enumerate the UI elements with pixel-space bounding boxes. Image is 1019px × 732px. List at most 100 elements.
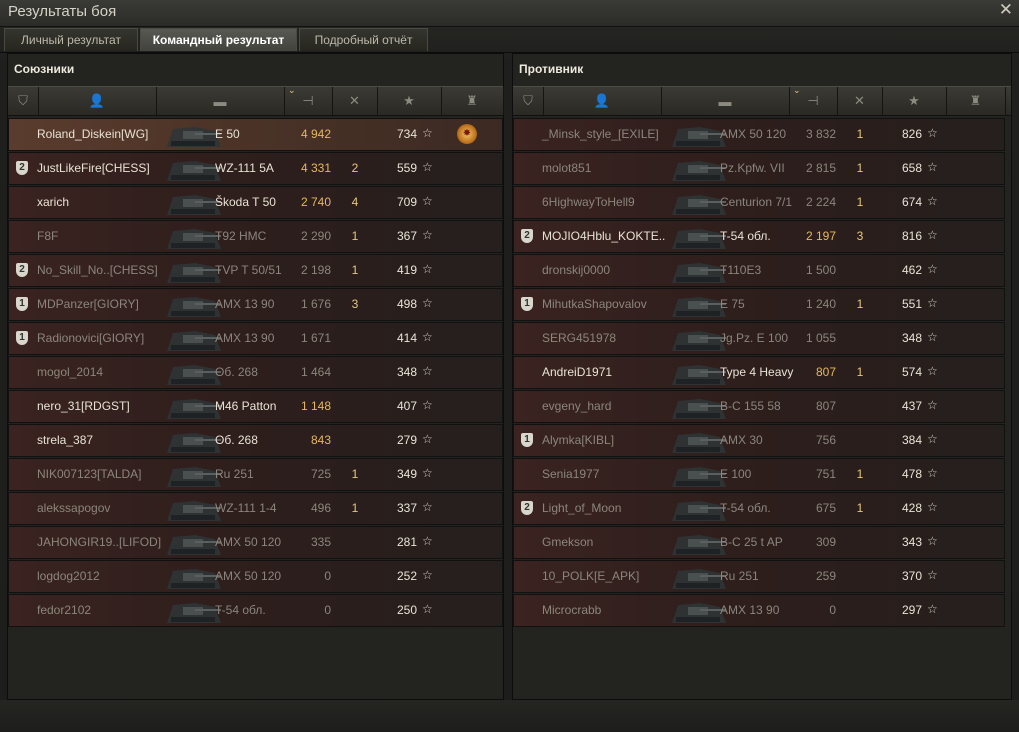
tab-team-result[interactable]: Командный результат bbox=[140, 28, 297, 51]
header-medal-icon[interactable]: ♜ bbox=[946, 87, 1006, 115]
experience-star-icon: ☆ bbox=[927, 602, 938, 616]
player-row[interactable]: nero_31[RDGST] M46 Patton 1 148 407 ☆ bbox=[8, 390, 503, 423]
player-row[interactable]: logdog2012 AMX 50 120 0 252 ☆ bbox=[8, 560, 503, 593]
damage-value: 675 bbox=[815, 501, 836, 515]
damage-value: 1 676 bbox=[300, 297, 331, 311]
player-row[interactable]: Microcrabb AMX 13 90 0 297 ☆ bbox=[513, 594, 1005, 627]
header-tank-icon[interactable]: ▬ bbox=[661, 87, 790, 115]
experience-star-icon: ☆ bbox=[927, 466, 938, 480]
player-row[interactable]: dronskij0000 T110E3 1 500 462 ☆ bbox=[513, 254, 1005, 287]
experience-star-icon: ☆ bbox=[927, 330, 938, 344]
player-name: dronskij0000 bbox=[542, 263, 611, 277]
damage-value: 2 224 bbox=[805, 195, 836, 209]
player-row[interactable]: 1 Alymka[KIBL] AMX 30 756 384 ☆ bbox=[513, 424, 1005, 457]
vehicle-name: M46 Patton bbox=[215, 399, 277, 413]
experience-value: 551 bbox=[901, 297, 922, 311]
player-name: evgeny_hard bbox=[542, 399, 612, 413]
player-row[interactable]: _Minsk_style_[EXILE] AMX 50 120 3 832 1 826 ☆ bbox=[513, 118, 1005, 151]
experience-value: 574 bbox=[901, 365, 922, 379]
close-icon[interactable]: ✕ bbox=[999, 0, 1013, 20]
player-row[interactable]: 6HighwayToHell9 Centurion 7/1 2 224 1 674 ☆ bbox=[513, 186, 1005, 219]
experience-star-icon: ★ bbox=[908, 93, 920, 108]
experience-value: 343 bbox=[901, 535, 922, 549]
player-name: Radionovici[GIORY] bbox=[37, 331, 145, 345]
header-damage-icon[interactable]: ⊣ ⌄ bbox=[789, 85, 838, 115]
header-damage-icon[interactable]: ⊣ ⌄ bbox=[284, 85, 333, 115]
player-row[interactable]: Gmekson B-C 25 t AP 309 343 ☆ bbox=[513, 526, 1005, 559]
platoon-icon: ⛉ bbox=[18, 93, 28, 108]
kills-value: 1 bbox=[856, 501, 864, 515]
player-row[interactable]: NIK007123[TALDA] Ru 251 725 1 349 ☆ bbox=[8, 458, 503, 491]
medal-icon[interactable]: ✸ bbox=[457, 124, 477, 144]
player-row[interactable]: 1 Radionovici[GIORY] AMX 13 90 1 671 414 ☆ bbox=[8, 322, 503, 355]
vehicle-name: AMX 13 90 bbox=[215, 297, 275, 311]
player-row[interactable]: JAHONGIR19..[LIFOD] AMX 50 120 335 281 ☆ bbox=[8, 526, 503, 559]
damage-value: 496 bbox=[310, 501, 331, 515]
player-name: No_Skill_No..[CHESS] bbox=[37, 263, 158, 277]
kills-value: 4 bbox=[351, 195, 359, 209]
player-row[interactable]: fedor2102 T-54 обл. 0 250 ☆ bbox=[8, 594, 503, 627]
player-row[interactable]: F8F T92 HMC 2 290 1 367 ☆ bbox=[8, 220, 503, 253]
player-row[interactable]: evgeny_hard B-C 155 58 807 437 ☆ bbox=[513, 390, 1005, 423]
experience-star-icon: ★ bbox=[403, 93, 415, 108]
player-row[interactable]: 1 MDPanzer[GIORY] AMX 13 90 1 676 3 498 ☆ bbox=[8, 288, 503, 321]
damage-value: 2 815 bbox=[805, 161, 836, 175]
player-row[interactable]: mogol_2014 Об. 268 1 464 348 ☆ bbox=[8, 356, 503, 389]
header-platoon-icon[interactable]: ⛉ bbox=[513, 87, 544, 115]
experience-star-icon: ☆ bbox=[927, 568, 938, 582]
player-row[interactable]: alekssapogov WZ-111 1-4 496 1 337 ☆ bbox=[8, 492, 503, 525]
experience-star-icon: ☆ bbox=[422, 364, 433, 378]
player-row[interactable]: strela_387 Об. 268 843 279 ☆ bbox=[8, 424, 503, 457]
player-icon: 👤 bbox=[593, 93, 611, 108]
sort-arrow-icon: ⌄ bbox=[793, 85, 801, 95]
player-row[interactable]: 2 No_Skill_No..[CHESS] TVP T 50/51 2 198 1 41… bbox=[8, 254, 503, 287]
kills-value: 1 bbox=[351, 229, 359, 243]
player-row[interactable]: Roland_Diskein[WG] E 50 4 942 734 ☆ ✸ bbox=[8, 118, 503, 151]
player-row[interactable]: xarich Škoda T 50 2 740 4 709 ☆ bbox=[8, 186, 503, 219]
experience-value: 407 bbox=[396, 399, 417, 413]
player-row[interactable]: 2 MOJIO4Hblu_KOKTE.. T-54 обл. 2 197 3 816 ☆ bbox=[513, 220, 1005, 253]
header-experience-star-icon[interactable]: ★ bbox=[882, 87, 947, 115]
experience-value: 428 bbox=[901, 501, 922, 515]
platoon-badge-icon: 2 bbox=[16, 263, 28, 277]
header-kills-icon[interactable]: ✕ bbox=[837, 87, 883, 115]
tab-personal-result[interactable]: Личный результат bbox=[4, 28, 138, 51]
player-row[interactable]: SERG451978 Jg.Pz. E 100 1 055 348 ☆ bbox=[513, 322, 1005, 355]
header-platoon-icon[interactable]: ⛉ bbox=[8, 87, 39, 115]
header-kills-icon[interactable]: ✕ bbox=[332, 87, 378, 115]
experience-star-icon: ☆ bbox=[927, 398, 938, 412]
player-row[interactable]: AndreiD1971 Type 4 Heavy 807 1 574 ☆ bbox=[513, 356, 1005, 389]
platoon-badge-icon: 2 bbox=[521, 501, 533, 515]
player-row[interactable]: Senia1977 E 100 751 1 478 ☆ bbox=[513, 458, 1005, 491]
experience-value: 498 bbox=[396, 297, 417, 311]
tab-detailed-report[interactable]: Подробный отчёт bbox=[299, 28, 428, 51]
kills-value: 1 bbox=[351, 501, 359, 515]
player-row[interactable]: 10_POLK[E_APK] Ru 251 259 370 ☆ bbox=[513, 560, 1005, 593]
header-player-icon[interactable]: 👤 bbox=[38, 87, 157, 115]
player-name: MihutkaShapovalov bbox=[542, 297, 647, 311]
tank-icon: ▬ bbox=[718, 93, 732, 109]
kills-value: 1 bbox=[351, 263, 359, 277]
player-name: MDPanzer[GIORY] bbox=[37, 297, 139, 311]
bottom-bar bbox=[0, 700, 1019, 732]
vehicle-name: Pz.Kpfw. VII bbox=[720, 161, 785, 175]
kills-value: 1 bbox=[856, 127, 864, 141]
player-name: F8F bbox=[37, 229, 59, 243]
vehicle-name: WZ-111 5A bbox=[215, 161, 274, 175]
vehicle-name: AMX 30 bbox=[720, 433, 763, 447]
experience-star-icon: ☆ bbox=[927, 126, 938, 140]
player-row[interactable]: molot851 Pz.Kpfw. VII 2 815 1 658 ☆ bbox=[513, 152, 1005, 185]
header-medal-icon[interactable]: ♜ bbox=[441, 87, 504, 115]
header-tank-icon[interactable]: ▬ bbox=[156, 87, 285, 115]
damage-value: 751 bbox=[815, 467, 836, 481]
header-player-icon[interactable]: 👤 bbox=[543, 87, 662, 115]
medal-icon: ♜ bbox=[969, 93, 982, 108]
header-experience-star-icon[interactable]: ★ bbox=[377, 87, 442, 115]
player-row[interactable]: 2 Light_of_Moon T-54 обл. 675 1 428 ☆ bbox=[513, 492, 1005, 525]
player-row[interactable]: 2 JustLikeFire[CHESS] WZ-111 5A 4 331 2 559 ☆ bbox=[8, 152, 503, 185]
kills-value: 1 bbox=[856, 195, 864, 209]
player-name: Gmekson bbox=[542, 535, 594, 549]
vehicle-name: AMX 13 90 bbox=[720, 603, 780, 617]
damage-value: 3 832 bbox=[805, 127, 836, 141]
player-row[interactable]: 1 MihutkaShapovalov E 75 1 240 1 551 ☆ bbox=[513, 288, 1005, 321]
